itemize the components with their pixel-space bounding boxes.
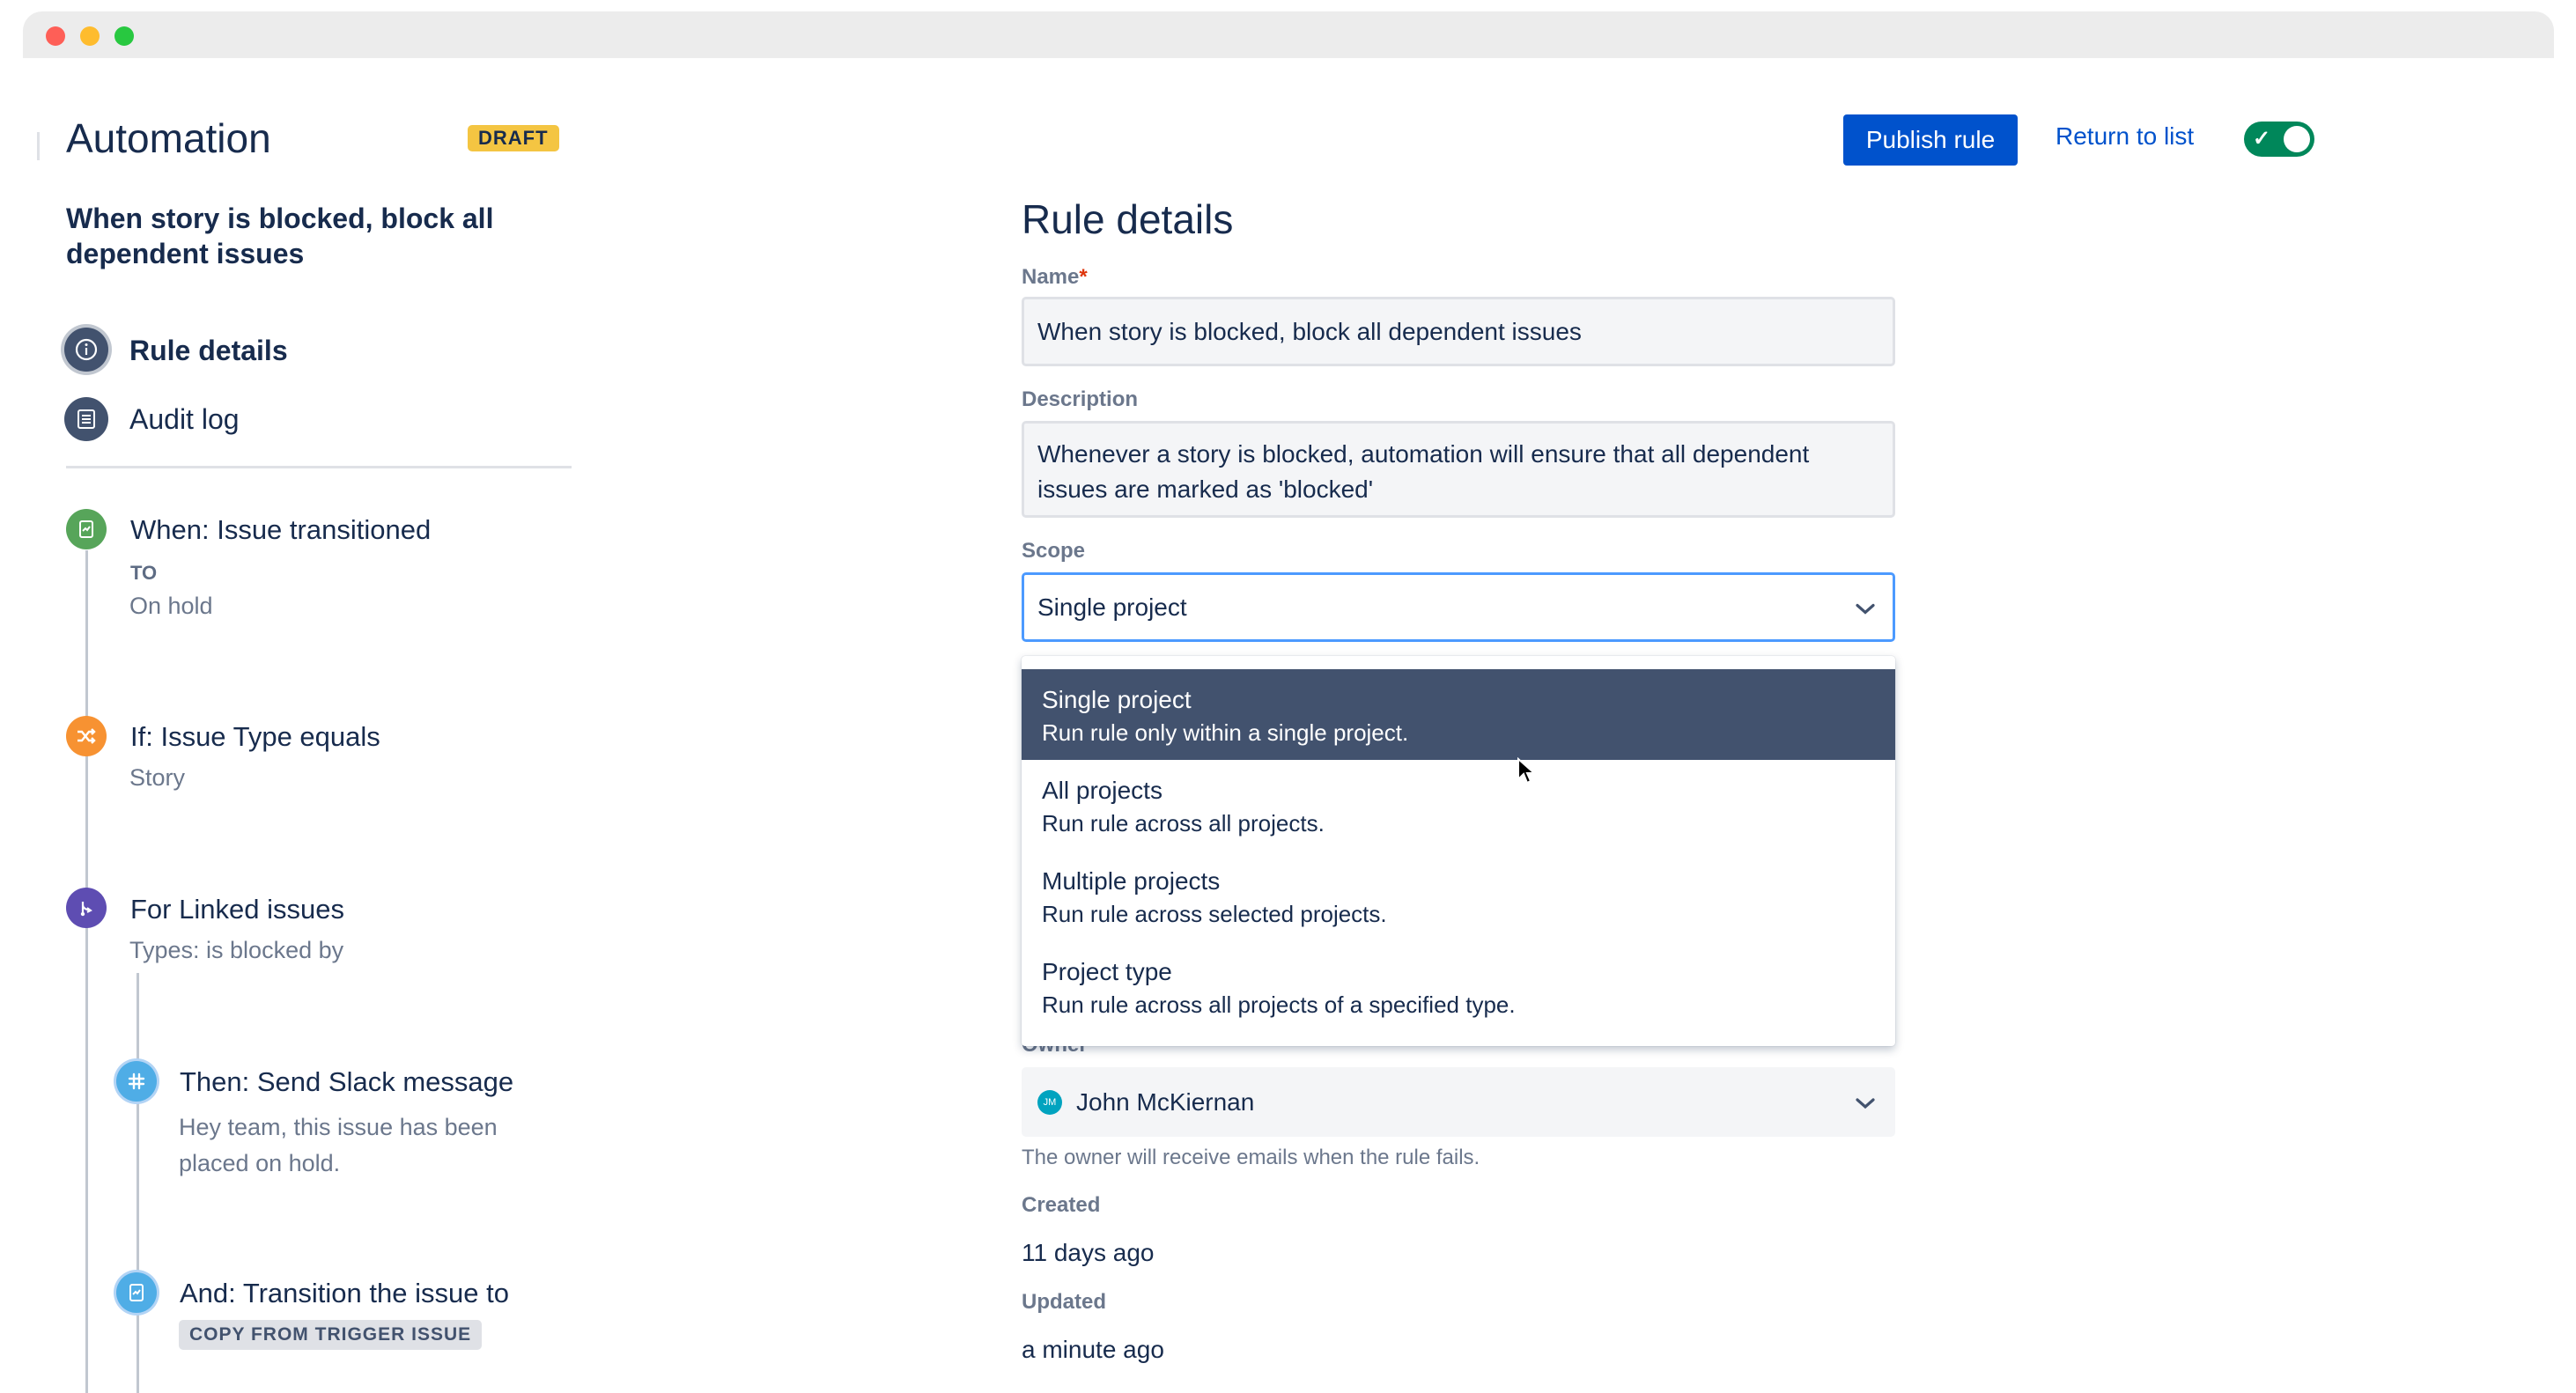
close-window-icon[interactable]: [46, 26, 65, 46]
scope-option-multiple-projects[interactable]: Multiple projects Run rule across select…: [1022, 851, 1895, 941]
owner-help-text: The owner will receive emails when the r…: [1022, 1146, 1480, 1169]
branch-timeline-line: [137, 973, 139, 1393]
trigger-icon[interactable]: [66, 509, 107, 549]
owner-value: John McKiernan: [1076, 1087, 1255, 1116]
component-trigger-to-label: TO: [130, 562, 158, 584]
owner-select[interactable]: JM John McKiernan: [1022, 1067, 1895, 1137]
list-icon[interactable]: [64, 397, 108, 441]
component-branch-title[interactable]: For Linked issues: [130, 894, 344, 925]
option-title: Multiple projects: [1042, 867, 1221, 895]
component-branch-value: Types: is blocked by: [129, 937, 344, 963]
copy-from-trigger-badge: COPY FROM TRIGGER ISSUE: [179, 1320, 483, 1350]
description-label: Description: [1022, 387, 1139, 411]
scope-select[interactable]: Single project: [1022, 572, 1895, 642]
description-input[interactable]: Whenever a story is blocked, automation …: [1022, 421, 1895, 518]
return-to-list-link[interactable]: Return to list: [2056, 122, 2194, 151]
check-icon: ✓: [2253, 127, 2271, 151]
scope-selected-value: Single project: [1037, 593, 1187, 621]
slack-icon[interactable]: [116, 1061, 157, 1102]
timeline-line: [85, 550, 88, 1393]
rule-enabled-toggle[interactable]: ✓: [2244, 122, 2314, 157]
option-description: Run rule only within a single project.: [1042, 719, 1409, 746]
component-trigger-value: On hold: [129, 593, 213, 619]
scope-dropdown-menu: Single project Run rule only within a si…: [1022, 656, 1895, 1046]
page-title: Automation: [66, 115, 271, 161]
option-description: Run rule across all projects of a specif…: [1042, 991, 1516, 1018]
action-icon[interactable]: [116, 1272, 157, 1313]
avatar: JM: [1037, 1089, 1062, 1115]
scope-option-single-project[interactable]: Single project Run rule only within a si…: [1022, 669, 1895, 760]
chevron-down-icon[interactable]: [1854, 575, 1877, 639]
sidebar-item-audit-log[interactable]: Audit log: [129, 403, 240, 436]
name-label: Name*: [1022, 265, 1088, 289]
component-condition-title[interactable]: If: Issue Type equals: [130, 721, 380, 753]
scope-label: Scope: [1022, 539, 1086, 563]
component-transition-title[interactable]: And: Transition the issue to: [180, 1278, 509, 1309]
scope-option-project-type[interactable]: Project type Run rule across all project…: [1022, 941, 1895, 1032]
shuffle-icon[interactable]: [66, 716, 107, 756]
created-label: Created: [1022, 1193, 1101, 1217]
option-title: Single project: [1042, 686, 1192, 713]
sidebar-item-rule-details[interactable]: Rule details: [129, 335, 288, 367]
minimize-window-icon[interactable]: [80, 26, 100, 46]
option-description: Run rule across all projects.: [1042, 810, 1325, 837]
component-slack-title[interactable]: Then: Send Slack message: [180, 1066, 513, 1098]
updated-label: Updated: [1022, 1290, 1106, 1314]
component-condition-value: Story: [129, 764, 186, 791]
scope-option-all-projects[interactable]: All projects Run rule across all project…: [1022, 760, 1895, 851]
name-input[interactable]: When story is blocked, block all depende…: [1022, 297, 1895, 366]
sidebar-divider: [66, 466, 572, 468]
left-edge-marker: [37, 132, 40, 160]
updated-value: a minute ago: [1022, 1336, 1164, 1363]
option-description: Run rule across selected projects.: [1042, 901, 1387, 927]
branch-icon[interactable]: [66, 888, 107, 928]
option-title: All projects: [1042, 777, 1163, 804]
option-title: Project type: [1042, 958, 1172, 985]
status-badge: DRAFT: [468, 125, 559, 151]
chevron-down-icon[interactable]: [1854, 1088, 1877, 1117]
component-slack-value: Hey team, this issue has been placed on …: [179, 1114, 498, 1176]
window-titlebar: [23, 11, 2554, 58]
toggle-knob: [2284, 126, 2310, 152]
component-trigger-title[interactable]: When: Issue transitioned: [130, 514, 431, 546]
mouse-cursor-icon: [1517, 756, 1537, 790]
created-value: 11 days ago: [1022, 1239, 1155, 1266]
rule-details-heading: Rule details: [1022, 196, 1234, 242]
maximize-window-icon[interactable]: [114, 26, 134, 46]
rule-name-heading: When story is blocked, block all depende…: [66, 203, 494, 269]
publish-rule-button[interactable]: Publish rule: [1843, 114, 2018, 166]
info-icon[interactable]: [64, 328, 108, 372]
